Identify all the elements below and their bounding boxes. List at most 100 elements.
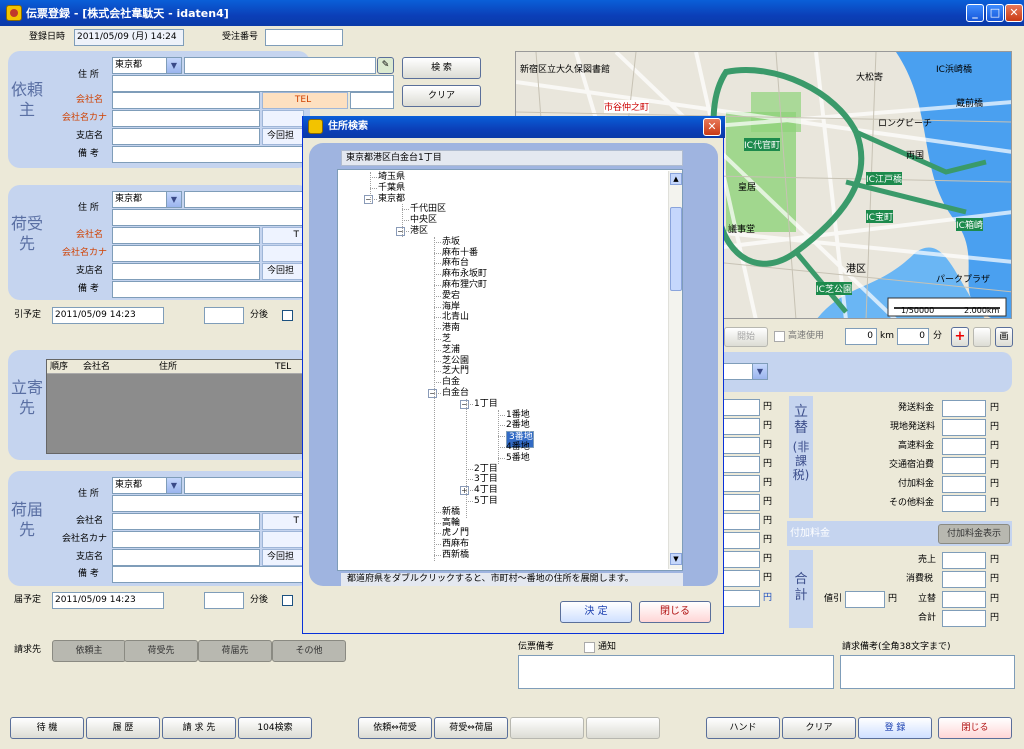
stopover-table[interactable]: 順序 会社名 住所 TEL [46, 359, 304, 454]
scroll-thumb[interactable] [670, 207, 682, 291]
tree-node[interactable]: 麻布狸穴町 [442, 280, 487, 291]
fee-input-3[interactable] [722, 437, 760, 454]
stopover-col-company[interactable]: 会社名 [83, 360, 110, 374]
tree-node[interactable]: 5番地 [506, 453, 530, 464]
sender-tel-input[interactable] [350, 92, 394, 109]
tree-node[interactable]: 芝公園 [442, 356, 469, 367]
scroll-up-icon[interactable]: ▲ [670, 173, 682, 185]
sender-address-input[interactable] [184, 57, 376, 74]
fee-input-6[interactable] [722, 494, 760, 511]
route-select[interactable]: ▼ [722, 363, 768, 380]
sender-kana-input[interactable] [112, 110, 260, 127]
swap-sender-receiver-button[interactable]: 依頼⇔荷受 [358, 717, 432, 739]
dialog-ok-button[interactable]: 決 定 [560, 601, 632, 623]
tree-node[interactable]: 赤坂 [442, 237, 460, 248]
slip-memo-input[interactable] [518, 655, 834, 689]
close-button[interactable]: 閉じる [938, 717, 1012, 739]
route-min-input[interactable]: 0 [897, 328, 929, 345]
delivery-prefecture-select[interactable]: 東京都 ▼ [112, 477, 182, 494]
discount-input[interactable] [845, 591, 885, 608]
map-tool-icon[interactable] [973, 327, 991, 347]
tree-node[interactable]: 高輪 [442, 518, 460, 529]
tree-node[interactable]: 麻布台 [442, 258, 469, 269]
billing-memo-input[interactable] [840, 655, 1015, 689]
add-point-icon[interactable]: + [951, 327, 969, 347]
receiver-address-input[interactable] [184, 191, 304, 208]
advance-input-5[interactable] [942, 476, 986, 493]
extra-fee-show-button[interactable]: 付加料金表示 [938, 524, 1010, 544]
fee-input-10[interactable] [722, 570, 760, 587]
tree-node[interactable]: 千葉県 [378, 183, 405, 194]
fee-input-4[interactable] [722, 456, 760, 473]
pickup-minutes-input[interactable] [204, 307, 244, 324]
receiver-company-input[interactable] [112, 227, 260, 244]
tree-scrollbar[interactable]: ▲ ▼ [668, 171, 682, 569]
billing-receiver-button[interactable]: 荷受先 [124, 640, 198, 662]
receiver-note-input[interactable] [112, 281, 304, 298]
tree-node[interactable]: 埼玉県 [378, 172, 405, 183]
fee-input-11[interactable] [722, 590, 760, 607]
stopover-col-order[interactable]: 順序 [50, 360, 68, 374]
tree-node[interactable]: 芝 [442, 334, 451, 345]
tree-node[interactable]: 3丁目 [474, 474, 498, 485]
tree-node[interactable]: 虎ノ門 [442, 528, 469, 539]
wait-button[interactable]: 待 機 [10, 717, 84, 739]
close-icon[interactable]: ✕ [703, 118, 721, 136]
tree-node[interactable]: 白金台 [442, 388, 469, 399]
route-start-button[interactable]: 開始 [724, 327, 768, 347]
billing-sender-button[interactable]: 依頼主 [52, 640, 126, 662]
tree-node[interactable]: 芝大門 [442, 366, 469, 377]
delivery-kana-input[interactable] [112, 531, 260, 548]
billing-delivery-button[interactable]: 荷届先 [198, 640, 272, 662]
tree-node[interactable]: 東京都 [378, 194, 405, 205]
stopover-col-tel[interactable]: TEL [275, 360, 291, 374]
tree-node[interactable]: 1丁目 [474, 399, 498, 410]
tree-node[interactable]: 港区 [410, 226, 428, 237]
close-window-button[interactable]: ✕ [1005, 4, 1023, 22]
tree-node[interactable]: 愛宕 [442, 291, 460, 302]
delivery-company-input[interactable] [112, 513, 260, 530]
tree-node[interactable]: 港南 [442, 323, 460, 334]
tree-node[interactable]: 5丁目 [474, 496, 498, 507]
print-map-button[interactable]: 画 [995, 327, 1013, 347]
scroll-down-icon[interactable]: ▼ [670, 553, 682, 565]
tree-node[interactable]: 中央区 [410, 215, 437, 226]
sender-clear-button[interactable]: クリア [402, 85, 481, 107]
arrival-datetime-input[interactable]: 2011/05/09 14:23 [52, 592, 164, 609]
fee-input-9[interactable] [722, 551, 760, 568]
arrival-checkbox[interactable] [282, 595, 293, 606]
clear-button[interactable]: クリア [782, 717, 856, 739]
search104-button[interactable]: 104検索 [238, 717, 312, 739]
address-tree[interactable]: 埼玉県 千葉県 東京都 − 千代田区 中央区 港区 − 赤坂 麻布十番 麻布台 麻布永坂町 麻布狸穴町愛… [337, 169, 683, 571]
history-button[interactable]: 履 歴 [86, 717, 160, 739]
sender-search-button[interactable]: 検 索 [402, 57, 481, 79]
tax-input[interactable] [942, 571, 986, 588]
tree-node[interactable]: 2番地 [506, 420, 530, 431]
register-button[interactable]: 登 録 [858, 717, 932, 739]
tree-node[interactable]: 2丁目 [474, 464, 498, 475]
tree-node[interactable]: 千代田区 [410, 204, 446, 215]
highway-checkbox[interactable] [774, 331, 785, 342]
fee-input-7[interactable] [722, 513, 760, 530]
pickup-checkbox[interactable] [282, 310, 293, 321]
tree-node[interactable]: 西麻布 [442, 539, 469, 550]
receiver-address2-input[interactable] [112, 209, 304, 226]
tree-node[interactable]: 1番地 [506, 410, 530, 421]
tree-node[interactable]: 新橋 [442, 507, 460, 518]
tree-node[interactable]: 白金 [442, 377, 460, 388]
tree-node[interactable]: 海岸 [442, 302, 460, 313]
billing-other-button[interactable]: その他 [272, 640, 346, 662]
hand-button[interactable]: ハンド [706, 717, 780, 739]
sender-prefecture-select[interactable]: 東京都 ▼ [112, 57, 182, 74]
advance-input-1[interactable] [942, 400, 986, 417]
sender-note-input[interactable] [112, 146, 304, 163]
advance-total-input[interactable] [942, 591, 986, 608]
fee-input-1[interactable] [722, 399, 760, 416]
maximize-button[interactable]: □ [986, 4, 1004, 22]
route-km-input[interactable]: 0 [845, 328, 877, 345]
receiver-branch-input[interactable] [112, 263, 260, 280]
fee-input-5[interactable] [722, 475, 760, 492]
advance-input-6[interactable] [942, 495, 986, 512]
arrival-minutes-input[interactable] [204, 592, 244, 609]
advance-input-3[interactable] [942, 438, 986, 455]
